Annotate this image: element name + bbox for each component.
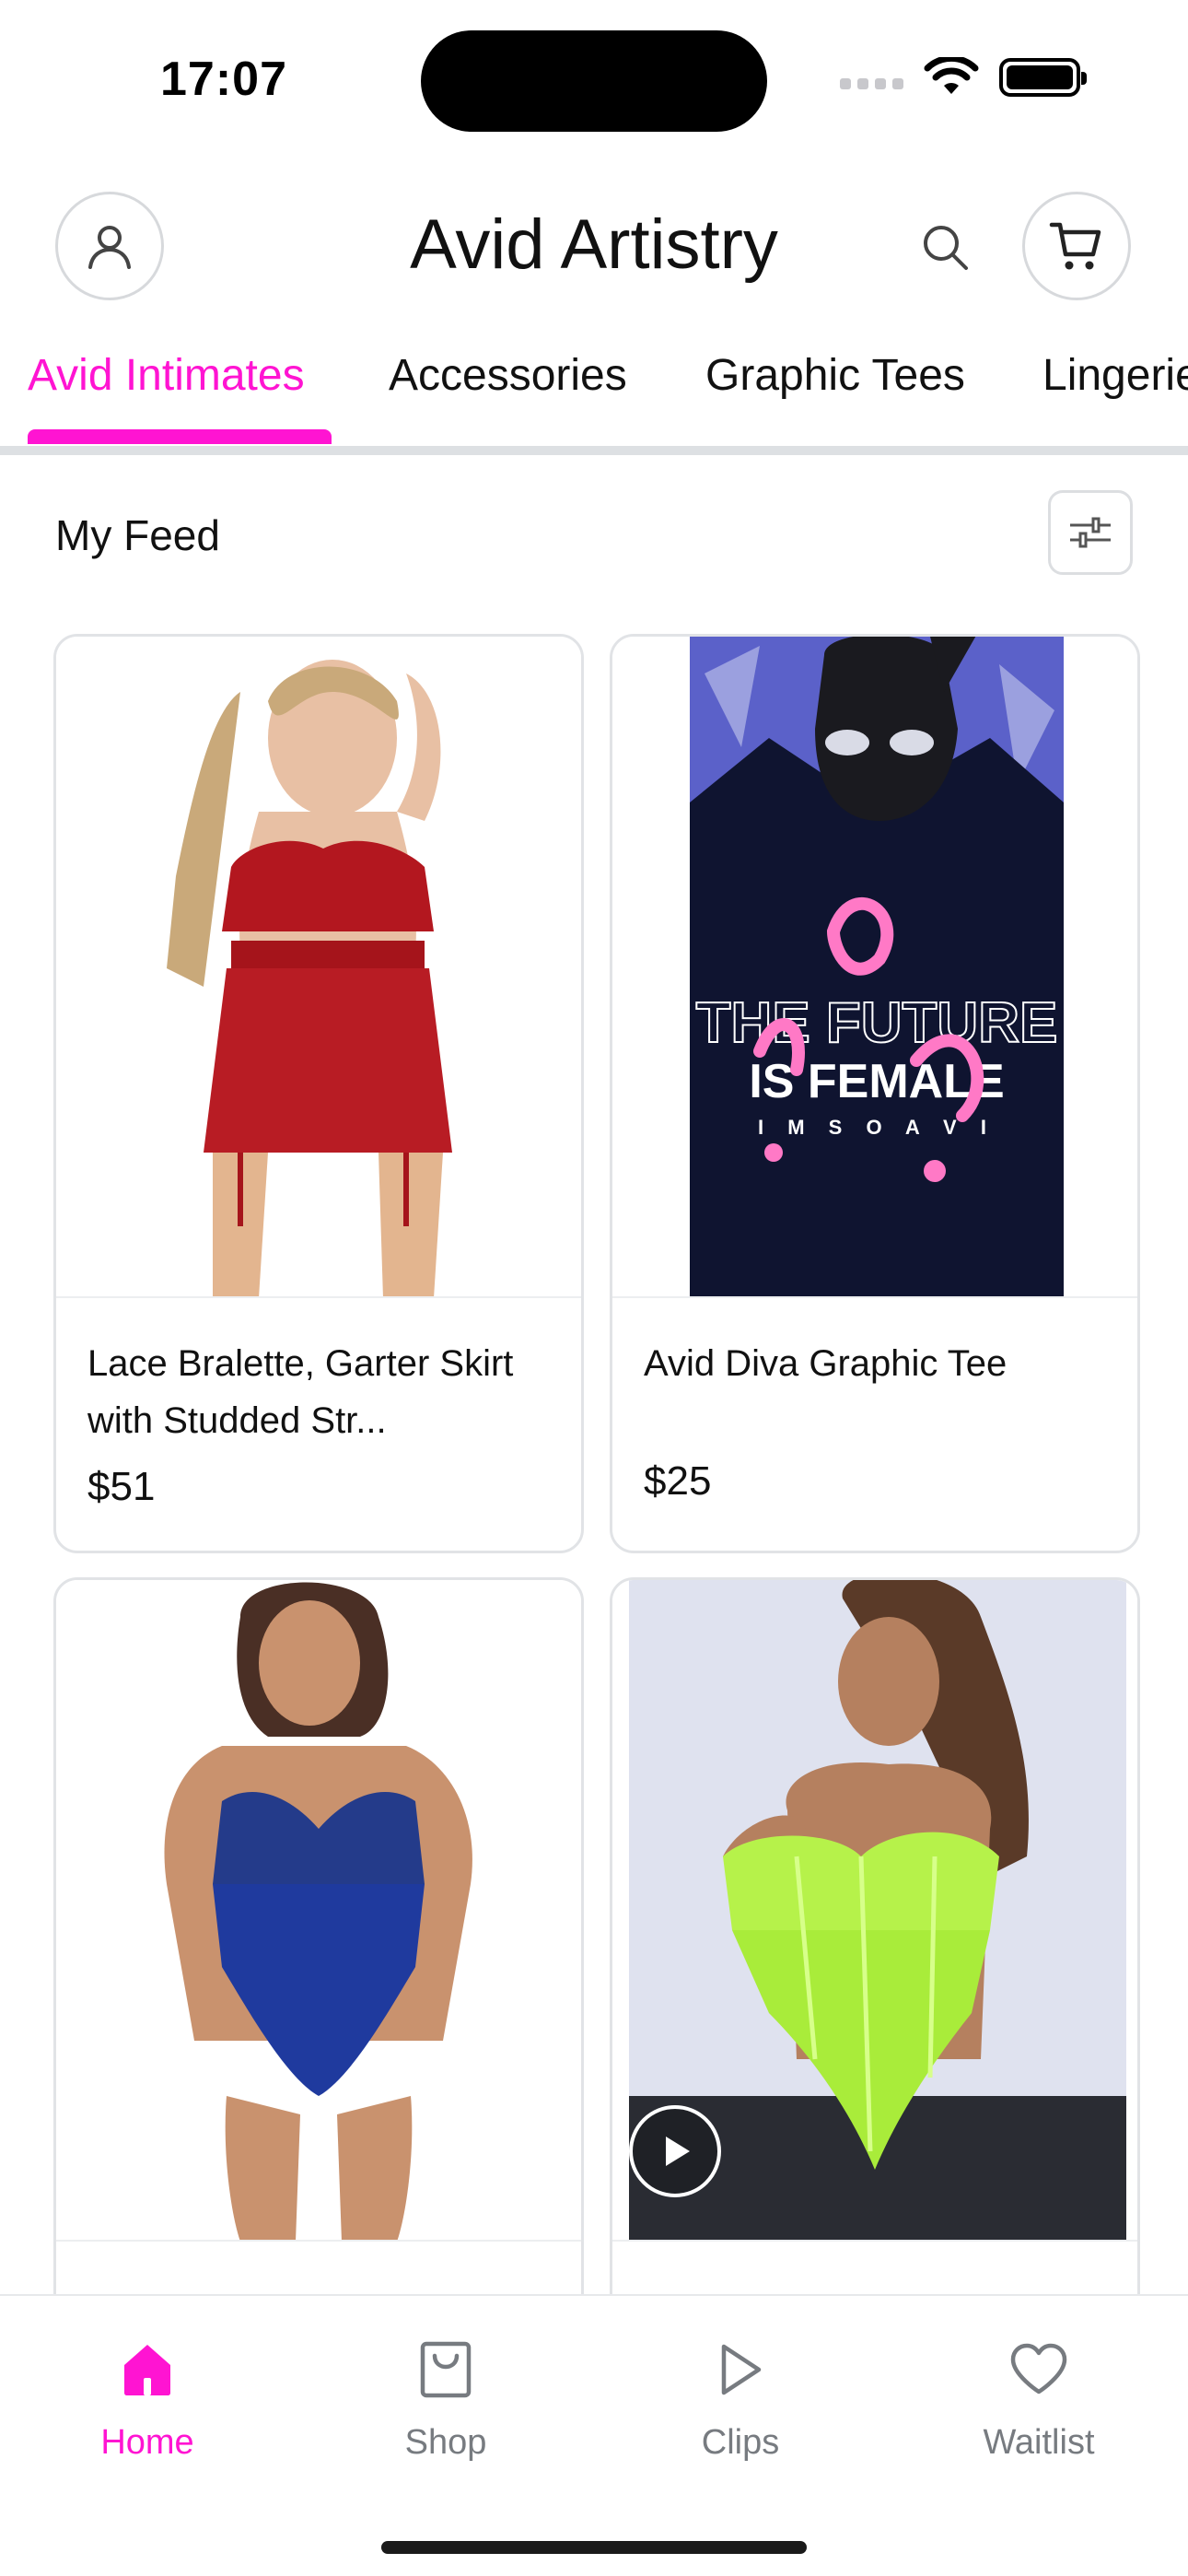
wifi-icon [924,57,979,94]
cellular-signal-icon [840,78,903,89]
app-title: Avid Artistry [410,205,778,284]
play-video-button[interactable] [629,2105,721,2197]
tabbar-shop[interactable]: Shop [344,2333,547,2463]
play-icon [721,2344,762,2395]
status-time: 17:07 [160,53,287,106]
feed-title: My Feed [55,511,220,559]
tabbar-waitlist[interactable]: Waitlist [938,2333,1140,2463]
status-indicators [840,57,1087,98]
filter-button[interactable] [1048,490,1133,575]
tab-graphic-tees[interactable]: Graphic Tees [705,350,965,401]
active-tab-indicator [28,429,332,444]
sliders-icon [1070,517,1111,548]
product-image[interactable]: THE FUTURE IS FEMALE I M S O A V I [612,637,1137,1298]
product-card[interactable]: Lace Bralette, Garter Skirt with Studded… [53,634,584,1553]
heart-icon [1010,2343,1067,2395]
product-image[interactable] [612,1580,1137,2242]
tabbar-label: Home [100,2423,194,2462]
product-price: $25 [644,1458,712,1504]
search-icon [924,226,968,270]
tabs-divider [0,446,1188,455]
cart-icon [1049,222,1101,270]
product-price: $51 [87,1464,156,1509]
play-icon [666,2137,690,2166]
tabbar-home[interactable]: Home [46,2333,249,2463]
product-card[interactable]: THE FUTURE IS FEMALE I M S O A V I Avid … [610,634,1140,1553]
product-image[interactable] [56,1580,581,2242]
battery-icon [999,58,1087,97]
tab-lingerie[interactable]: Lingerie [1042,350,1188,401]
tabbar-label: Clips [701,2423,780,2462]
home-icon [124,2345,170,2395]
tabbar-clips[interactable]: Clips [639,2333,842,2463]
product-name: Lace Bralette, Garter Skirt with Studded… [87,1343,514,1441]
app-header: Avid Artistry [0,184,1188,313]
shopping-bag-icon [420,2341,472,2398]
cart-button[interactable] [1022,192,1131,300]
product-image[interactable] [56,637,581,1298]
bottom-tab-bar: Home Shop Clips Waitlist [0,2294,1188,2576]
home-indicator [381,2541,807,2554]
product-card[interactable] [53,1577,584,2333]
search-button[interactable] [917,219,973,275]
tab-avid-intimates[interactable]: Avid Intimates [28,350,305,401]
product-name: Avid Diva Graphic Tee [644,1343,1007,1384]
tabbar-label: Shop [404,2423,487,2462]
category-tabs: Avid Intimates Accessories Graphic Tees … [0,341,1188,448]
tabbar-label: Waitlist [983,2423,1095,2462]
status-bar: 17:07 [0,0,1188,157]
tab-accessories[interactable]: Accessories [389,350,627,401]
svg-text:THE FUTURE: THE FUTURE [696,991,1058,1055]
product-card[interactable] [610,1577,1140,2333]
dynamic-island [421,30,767,132]
